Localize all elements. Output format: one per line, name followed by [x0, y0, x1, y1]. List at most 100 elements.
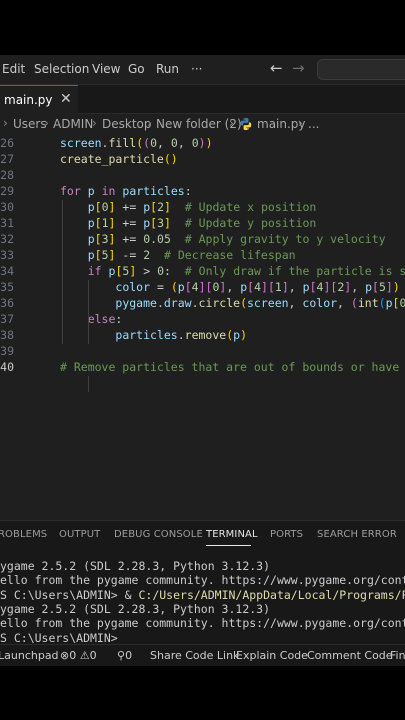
terminal-line: S C:\Users\ADMIN> [0, 630, 118, 645]
explain-code-button[interactable]: Explain Code [236, 649, 308, 662]
code-number: 0 [191, 136, 199, 150]
tab-label: main.py [4, 93, 53, 107]
menu-view[interactable]: View [92, 62, 120, 76]
code-identifier: p [87, 184, 95, 198]
breadcrumb-users[interactable]: Users [13, 117, 47, 131]
code-number: 0 [399, 296, 405, 310]
comment-code-button[interactable]: Comment Code [307, 649, 393, 662]
code-content: color = (p[4][0], p[4][1], p[4][2], p[5]… [60, 280, 399, 294]
share-code-link-button[interactable]: Share Code Link [150, 649, 239, 662]
code-keyword: if [87, 264, 102, 278]
tab-ports[interactable]: PORTS [270, 529, 303, 540]
breadcrumb-admin[interactable]: ADMIN [53, 117, 93, 131]
breadcrumb-symbol[interactable]: ... [308, 117, 319, 131]
code-line[interactable]: 40 # Remove particles that are out of bou… [0, 360, 405, 376]
code-number: 5 [378, 280, 386, 294]
code-line[interactable]: 34 if p[5] > 0: # Only draw if the parti… [0, 264, 405, 280]
code-line[interactable]: 27 create_particle() [0, 152, 405, 168]
code-editor[interactable]: 26 screen.fill((0, 0, 0)) 27 create_particl… [0, 136, 405, 520]
indent-guide [62, 200, 63, 344]
code-bracket: ) [240, 328, 247, 342]
code-text: : [164, 264, 171, 278]
code-identifier: p [365, 280, 373, 294]
code-bracket: ] [164, 216, 171, 230]
tab-output[interactable]: OUTPUT [59, 529, 100, 540]
breadcrumb-desktop[interactable]: Desktop [102, 117, 152, 131]
code-number: 4 [191, 280, 199, 294]
code-text: , [177, 136, 185, 150]
line-number: 36 [0, 296, 14, 310]
code-keyword: else [87, 312, 116, 326]
code-bracket: [ [94, 200, 102, 214]
menu-bar: Edit Selection View Go Run ··· ← → [0, 55, 405, 85]
tab-debug-console[interactable]: DEBUG CONSOLE [114, 529, 203, 540]
tab-main-py[interactable]: main.py ✕ [0, 85, 78, 114]
breadcrumb-separator: › [92, 116, 97, 130]
code-number: 2 [157, 200, 165, 214]
tab-search-error[interactable]: SEARCH ERROR [317, 529, 397, 540]
code-line[interactable]: 33 p[5] -= 2 # Decrease lifespan [0, 248, 405, 264]
code-line[interactable]: 30 p[0] += p[2] # Update x position [0, 200, 405, 216]
menu-edit[interactable]: Edit [2, 62, 25, 76]
code-line[interactable]: 26 screen.fill((0, 0, 0)) [0, 136, 405, 152]
code-bracket: ] [385, 280, 393, 294]
launchpad-button[interactable]: Launchpad [0, 649, 59, 662]
close-icon[interactable]: ✕ [60, 91, 72, 107]
code-line[interactable]: 36 pygame.draw.circle(screen, color, (in… [0, 296, 405, 312]
code-bracket: ( [350, 296, 358, 310]
terminal-line: ello from the pygame community. https://… [0, 616, 405, 631]
code-identifier: particles [115, 328, 178, 342]
code-line[interactable]: 38 particles.remove(p) [0, 328, 405, 344]
code-line[interactable]: 32 p[3] += 0.05 # Apply gravity to y vel… [0, 232, 405, 248]
code-function: circle [198, 296, 241, 310]
code-bracket: [ [94, 216, 102, 230]
code-bracket: ] [198, 280, 206, 294]
warning-icon: ⚠ [79, 649, 90, 662]
code-bracket: [ [94, 248, 102, 262]
tab-terminal[interactable]: TERMINAL [206, 529, 258, 540]
line-number: 33 [0, 248, 14, 262]
line-number: 32 [0, 232, 14, 246]
editor-tab-bar: main.py ✕ [0, 85, 405, 114]
menu-go[interactable]: Go [128, 62, 145, 76]
back-arrow-icon[interactable]: ← [270, 59, 283, 77]
code-content: screen.fill((0, 0, 0)) [60, 136, 213, 150]
code-text: , [288, 280, 296, 294]
forward-arrow-icon[interactable]: → [292, 59, 305, 77]
code-bracket: ( [170, 280, 178, 294]
menu-run[interactable]: Run [156, 62, 179, 76]
code-identifier: screen [60, 136, 102, 150]
problems-status[interactable]: ⊗0 ⚠0 [60, 649, 97, 662]
code-number: 0 [150, 136, 157, 150]
code-line[interactable]: 35 color = (p[4][0], p[4][1], p[4][2], p… [0, 280, 405, 296]
breadcrumb: › Users › ADMIN › Desktop › New folder (… [0, 114, 405, 136]
menu-more[interactable]: ··· [191, 62, 202, 76]
code-content: create_particle() [60, 152, 178, 166]
code-line[interactable]: 37 else: [0, 312, 405, 328]
ports-status[interactable]: ⚲0 [117, 649, 132, 662]
code-line[interactable]: 31 p[1] += p[3] # Update y position [0, 216, 405, 232]
code-comment: # Apply gravity to y velocity [184, 232, 386, 246]
code-identifier: color [115, 280, 151, 294]
code-line[interactable]: 39 [0, 344, 405, 360]
code-comment: # Update x position [184, 200, 317, 214]
code-identifier: particles [122, 184, 185, 198]
code-line[interactable]: 29 for p in particles: [0, 184, 405, 200]
code-comment: # Remove particles that are out of bound… [60, 360, 405, 374]
ports-count: 0 [125, 649, 133, 662]
code-line[interactable]: 28 [0, 168, 405, 184]
code-function: fill [108, 136, 137, 150]
code-text: , [337, 296, 344, 310]
status-bar: Launchpad ⊗0 ⚠0 ⚲0 Share Code Link Expla… [0, 644, 405, 666]
command-center-search[interactable] [317, 59, 405, 80]
menu-selection[interactable]: Selection [34, 62, 89, 76]
code-identifier: color [302, 296, 338, 310]
find-button[interactable]: Fin [390, 649, 405, 662]
vscode-window: Edit Selection View Go Run ··· ← → main.… [0, 55, 405, 666]
tab-problems[interactable]: ROBLEMS [0, 529, 47, 540]
line-number: 38 [0, 328, 14, 342]
